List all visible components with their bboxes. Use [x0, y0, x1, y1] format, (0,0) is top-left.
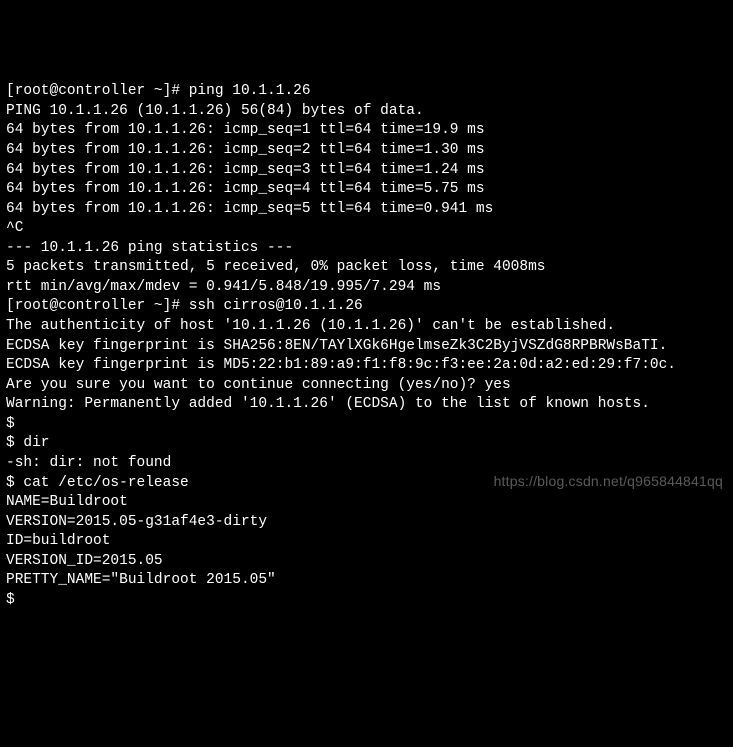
terminal-line: 64 bytes from 10.1.1.26: icmp_seq=4 ttl=…	[6, 180, 727, 200]
terminal-line: 64 bytes from 10.1.1.26: icmp_seq=1 ttl=…	[6, 121, 727, 141]
terminal-line: ECDSA key fingerprint is SHA256:8EN/TAYl…	[6, 337, 727, 357]
terminal-line: ID=buildroot	[6, 532, 727, 552]
terminal-output[interactable]: [root@controller ~]# ping 10.1.1.26PING …	[6, 82, 727, 610]
terminal-line: 5 packets transmitted, 5 received, 0% pa…	[6, 258, 727, 278]
terminal-line: ECDSA key fingerprint is MD5:22:b1:89:a9…	[6, 356, 727, 376]
terminal-line: 64 bytes from 10.1.1.26: icmp_seq=2 ttl=…	[6, 141, 727, 161]
terminal-line: [root@controller ~]# ping 10.1.1.26	[6, 82, 727, 102]
terminal-line: PRETTY_NAME="Buildroot 2015.05"	[6, 571, 727, 591]
terminal-line: 64 bytes from 10.1.1.26: icmp_seq=3 ttl=…	[6, 161, 727, 181]
terminal-line: $	[6, 415, 727, 435]
terminal-line: $	[6, 591, 727, 611]
terminal-line: rtt min/avg/max/mdev = 0.941/5.848/19.99…	[6, 278, 727, 298]
terminal-line: -sh: dir: not found	[6, 454, 727, 474]
terminal-line: NAME=Buildroot	[6, 493, 727, 513]
terminal-line: Are you sure you want to continue connec…	[6, 376, 727, 396]
terminal-line: 64 bytes from 10.1.1.26: icmp_seq=5 ttl=…	[6, 200, 727, 220]
terminal-line: Warning: Permanently added '10.1.1.26' (…	[6, 395, 727, 415]
terminal-line: --- 10.1.1.26 ping statistics ---	[6, 239, 727, 259]
terminal-line: $ dir	[6, 434, 727, 454]
terminal-line: VERSION=2015.05-g31af4e3-dirty	[6, 513, 727, 533]
terminal-line: [root@controller ~]# ssh cirros@10.1.1.2…	[6, 297, 727, 317]
terminal-line: ^C	[6, 219, 727, 239]
terminal-line: VERSION_ID=2015.05	[6, 552, 727, 572]
terminal-line: The authenticity of host '10.1.1.26 (10.…	[6, 317, 727, 337]
terminal-line: PING 10.1.1.26 (10.1.1.26) 56(84) bytes …	[6, 102, 727, 122]
watermark-text: https://blog.csdn.net/q965844841qq	[494, 472, 723, 491]
